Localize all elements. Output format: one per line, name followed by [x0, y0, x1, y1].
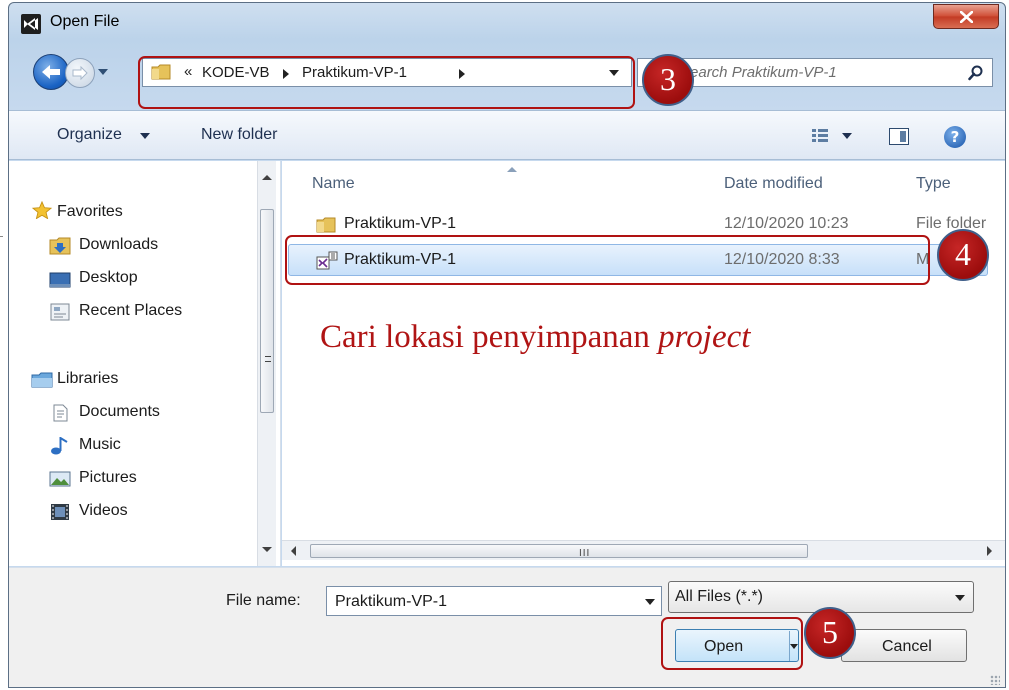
file-name: Praktikum-VP-1: [344, 215, 457, 232]
folder-icon: [316, 217, 336, 233]
sort-ascending-icon: [507, 167, 517, 172]
desktop-icon: [49, 272, 71, 288]
caption-italic-text: project: [658, 319, 751, 355]
change-view-icon[interactable]: [812, 129, 856, 143]
nav-libraries[interactable]: Libraries: [57, 370, 118, 388]
new-folder-button[interactable]: New folder: [201, 126, 277, 144]
file-list: Name Date modified Type Praktikum-VP-1 1…: [282, 161, 1005, 566]
caption-text: Cari lokasi penyimpanan: [320, 319, 659, 355]
downloads-icon: [49, 237, 71, 255]
nav-downloads[interactable]: Downloads: [79, 236, 158, 254]
nav-desktop[interactable]: Desktop: [79, 269, 138, 287]
document-icon: [53, 404, 68, 422]
scroll-left-icon[interactable]: [291, 546, 296, 556]
step-4-badge: 4: [937, 229, 989, 281]
grip-icon: III: [579, 548, 591, 559]
recent-pages-dropdown[interactable]: [98, 69, 108, 75]
cancel-button[interactable]: Cancel: [841, 629, 967, 662]
back-arrow-icon: [42, 65, 60, 79]
column-header-type[interactable]: Type: [916, 175, 951, 193]
file-date: 12/10/2020 10:23: [724, 215, 849, 232]
nav-favorites[interactable]: Favorites: [57, 203, 123, 221]
back-button[interactable]: [33, 54, 69, 90]
chevron-down-icon[interactable]: [645, 599, 655, 605]
file-name-input[interactable]: Praktikum-VP-1: [326, 586, 662, 616]
file-type: File folder: [916, 215, 987, 232]
file-name-value: Praktikum-VP-1: [335, 593, 448, 610]
nav-pictures[interactable]: Pictures: [79, 469, 137, 487]
scroll-right-icon[interactable]: [987, 546, 992, 556]
grip-icon: [265, 356, 271, 362]
file-name-label: File name:: [226, 592, 301, 609]
scrollbar-thumb[interactable]: [260, 209, 274, 413]
highlight-address-bar: [138, 56, 635, 109]
step-3-badge: 3: [642, 54, 694, 106]
highlight-selected-file: [285, 235, 930, 285]
window-title: Open File: [50, 13, 120, 30]
organize-button[interactable]: Organize: [57, 126, 122, 144]
star-icon: [31, 201, 53, 219]
chevron-down-icon: [955, 595, 965, 601]
nav-documents[interactable]: Documents: [79, 403, 160, 421]
search-icon[interactable]: [968, 65, 984, 81]
nav-music[interactable]: Music: [79, 436, 121, 454]
file-list-scrollbar[interactable]: III: [282, 540, 1005, 560]
forward-button[interactable]: [65, 58, 95, 88]
nav-videos[interactable]: Videos: [79, 502, 128, 520]
nav-pane-scrollbar[interactable]: [257, 161, 276, 566]
column-header-name[interactable]: Name: [312, 175, 355, 193]
title-bar: Open File: [9, 3, 1005, 43]
command-toolbar: Organize New folder ?: [9, 110, 1005, 160]
preview-pane-icon[interactable]: [889, 128, 909, 145]
highlight-open-button: [661, 617, 803, 670]
step-5-badge: 5: [804, 607, 856, 659]
close-button[interactable]: [933, 4, 999, 29]
libraries-icon: [31, 372, 53, 388]
scrollbar-thumb[interactable]: III: [310, 544, 808, 559]
pictures-icon: [49, 471, 71, 487]
nav-recent-places[interactable]: Recent Places: [79, 302, 182, 320]
column-header-date-modified[interactable]: Date modified: [724, 175, 823, 193]
videos-icon: [51, 504, 69, 520]
visual-studio-icon: [21, 14, 41, 34]
help-icon[interactable]: ?: [944, 126, 966, 148]
recent-places-icon: [50, 303, 70, 321]
scroll-up-icon[interactable]: [262, 175, 272, 180]
search-placeholder: Search Praktikum-VP-1: [680, 64, 837, 81]
close-icon: [960, 11, 973, 23]
forward-arrow-icon: [72, 65, 88, 81]
scroll-down-icon[interactable]: [262, 547, 272, 552]
music-icon: [51, 437, 68, 455]
navigation-pane: Favorites Downloads Desktop Recent Place…: [9, 161, 281, 566]
resize-grip-icon[interactable]: [990, 675, 1000, 685]
chevron-down-icon[interactable]: [140, 133, 150, 139]
cancel-button-label: Cancel: [882, 638, 932, 655]
file-type-value: All Files (*.*): [675, 588, 764, 605]
edge-tick: [0, 236, 3, 237]
annotation-caption: Cari lokasi penyimpanan project: [320, 319, 750, 356]
